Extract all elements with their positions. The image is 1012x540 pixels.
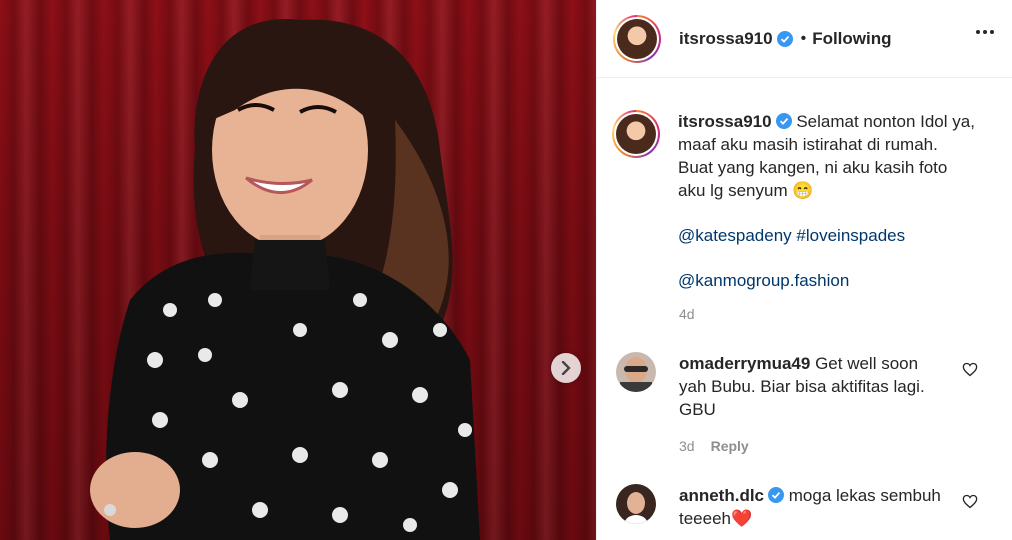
comment-line: moga lekas sembuh <box>788 486 941 505</box>
author-avatar[interactable] <box>613 14 661 63</box>
next-photo-button[interactable] <box>551 353 581 383</box>
comment-line: Get well soon <box>815 354 919 373</box>
caption-line: Buat yang kangen, ni aku kasih foto <box>678 158 948 177</box>
caption-tags-row: @kanmogroup.fashion <box>678 269 978 292</box>
comment-meta: 3d Reply <box>679 438 749 454</box>
comment-item: omaderrymua49 Get well soon yah Bubu. Bi… <box>616 352 1000 421</box>
post-header: itsrossa910 • Following <box>597 0 1012 78</box>
post-photo-illustration <box>90 19 480 540</box>
caption-author-avatar[interactable] <box>612 110 660 158</box>
chevron-right-icon <box>561 361 571 375</box>
heart-outline-icon[interactable] <box>962 362 978 377</box>
verified-badge-icon <box>775 113 792 129</box>
caption-tags-row: @katespadeny #loveinspades <box>678 224 978 247</box>
verified-badge-icon <box>776 30 793 47</box>
caption-text: itsrossa910 Selamat nonton Idol ya, maaf… <box>678 110 978 292</box>
more-options-icon[interactable] <box>976 30 994 34</box>
comment-username[interactable]: anneth.dlc <box>679 486 764 505</box>
separator-dot: • <box>800 29 807 47</box>
commenter-avatar[interactable] <box>616 352 656 392</box>
reply-button[interactable]: Reply <box>711 438 749 454</box>
comment-timestamp[interactable]: 3d <box>679 438 695 454</box>
heart-outline-icon[interactable] <box>962 494 978 509</box>
post-photo[interactable] <box>0 0 596 540</box>
post-timestamp[interactable]: 4d <box>679 306 695 322</box>
comment-text: anneth.dlc moga lekas sembuh teeeeh❤️ <box>679 484 964 530</box>
caption-line: maaf aku masih istirahat di rumah. <box>678 135 938 154</box>
caption-username[interactable]: itsrossa910 <box>678 112 772 131</box>
caption-line: aku lg senyum 😁 <box>678 181 814 200</box>
verified-badge-icon <box>768 487 785 503</box>
mention-link[interactable]: @katespadeny <box>678 226 792 245</box>
commenter-avatar[interactable] <box>616 484 656 524</box>
comment-line: yah Bubu. Biar bisa aktifitas lagi. <box>679 377 925 396</box>
caption-line: Selamat nonton Idol ya, <box>796 112 975 131</box>
comment-line: GBU <box>679 400 716 419</box>
comment-text: omaderrymua49 Get well soon yah Bubu. Bi… <box>679 352 964 421</box>
post-caption: itsrossa910 Selamat nonton Idol ya, maaf… <box>612 110 996 292</box>
hashtag-link[interactable]: #loveinspades <box>796 226 905 245</box>
mention-link[interactable]: @kanmogroup.fashion <box>678 271 849 290</box>
author-username[interactable]: itsrossa910 <box>679 29 773 49</box>
comment-line: teeeeh❤️ <box>679 509 753 528</box>
comment-item: anneth.dlc moga lekas sembuh teeeeh❤️ <box>616 484 1000 530</box>
following-button[interactable]: Following <box>812 29 891 49</box>
comment-username[interactable]: omaderrymua49 <box>679 354 810 373</box>
